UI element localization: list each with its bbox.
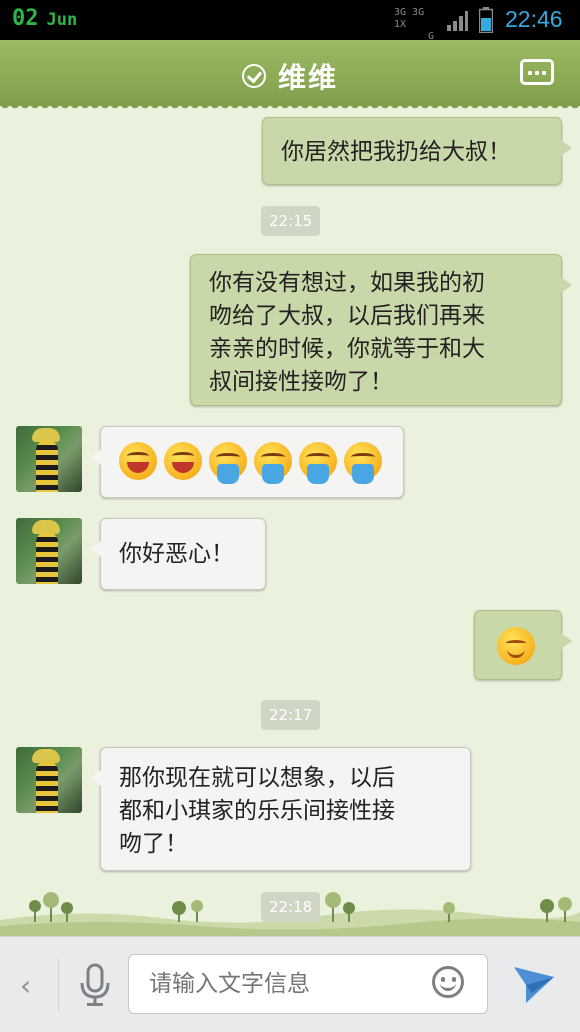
battery-icon bbox=[479, 7, 493, 33]
dot-icon bbox=[535, 71, 539, 75]
vomiting-emoji-icon bbox=[344, 442, 382, 484]
avatar-figure bbox=[36, 532, 58, 584]
status-bar: 02 Jun 3G 3G 1X G 22:46 bbox=[0, 0, 580, 42]
message-line: 叔间接性接吻了！ bbox=[209, 369, 393, 395]
chat-title: 维维 bbox=[277, 61, 338, 94]
status-month: Jun bbox=[46, 10, 78, 30]
more-options-button[interactable] bbox=[520, 59, 554, 85]
outgoing-message[interactable] bbox=[474, 610, 572, 680]
outgoing-message[interactable]: 你有没有想过，如果我的初 吻给了大叔，以后我们再来 亲亲的时候，你就等于和大 叔… bbox=[190, 254, 572, 406]
contact-avatar[interactable] bbox=[16, 518, 82, 584]
message-line: 亲亲的时候，你就等于和大 bbox=[209, 336, 485, 362]
contact-avatar[interactable] bbox=[16, 426, 82, 492]
microphone-icon[interactable] bbox=[78, 963, 112, 1007]
network-types: 3G 3G 1X bbox=[394, 7, 425, 30]
message-line: 吻给了大叔，以后我们再来 bbox=[209, 303, 485, 329]
avatar-figure bbox=[36, 440, 58, 492]
vomiting-emoji-icon bbox=[209, 442, 247, 484]
timestamp: 22:15 bbox=[261, 206, 321, 236]
message-line: 都和小琪家的乐乐间接性接 bbox=[119, 798, 395, 824]
dot-icon bbox=[542, 71, 546, 75]
status-date: 02 Jun bbox=[12, 6, 77, 31]
timestamp-text: 22:17 bbox=[269, 706, 313, 724]
send-icon[interactable] bbox=[512, 963, 556, 1005]
chevron-left-icon[interactable]: ‹ bbox=[20, 969, 31, 1002]
incoming-message[interactable]: 你好恶心！ bbox=[90, 518, 266, 590]
avatar-figure bbox=[36, 761, 58, 813]
header-title-group: 维维 bbox=[0, 56, 580, 96]
network-indicator: 3G 3G 1X G bbox=[394, 7, 442, 42]
input-bar: ‹ bbox=[0, 936, 580, 1032]
status-time: 22:46 bbox=[505, 6, 563, 32]
emoji-icon[interactable] bbox=[432, 966, 464, 998]
vomiting-emoji-icon bbox=[299, 442, 337, 484]
incoming-message[interactable]: 那你现在就可以想象，以后 都和小琪家的乐乐间接性接 吻了！ bbox=[90, 747, 471, 871]
laughing-emoji-icon bbox=[119, 442, 157, 480]
message-text: 你居然把我扔给大叔！ bbox=[281, 139, 511, 165]
vomiting-emoji-icon bbox=[254, 442, 292, 484]
incoming-message[interactable] bbox=[90, 426, 404, 498]
smirk-emoji-icon bbox=[497, 627, 535, 665]
message-line: 那你现在就可以想象，以后 bbox=[119, 765, 395, 791]
timestamp-text: 22:18 bbox=[269, 898, 313, 916]
message-text: 你好恶心！ bbox=[119, 541, 234, 567]
status-day: 02 bbox=[12, 6, 39, 31]
timestamp-text: 22:15 bbox=[269, 212, 313, 230]
timestamp: 22:18 bbox=[261, 892, 321, 922]
check-circle-icon bbox=[241, 64, 266, 88]
outgoing-message[interactable]: 你居然把我扔给大叔！ bbox=[262, 117, 572, 185]
contact-avatar[interactable] bbox=[16, 747, 82, 813]
laughing-emoji-icon bbox=[164, 442, 202, 480]
signal-strength-icon bbox=[447, 11, 468, 31]
timestamp: 22:17 bbox=[261, 700, 321, 730]
message-line: 你有没有想过，如果我的初 bbox=[209, 270, 485, 296]
divider bbox=[58, 959, 59, 1011]
dot-icon bbox=[528, 71, 532, 75]
chat-header: 维维 bbox=[0, 40, 580, 112]
message-line: 吻了！ bbox=[119, 831, 188, 857]
